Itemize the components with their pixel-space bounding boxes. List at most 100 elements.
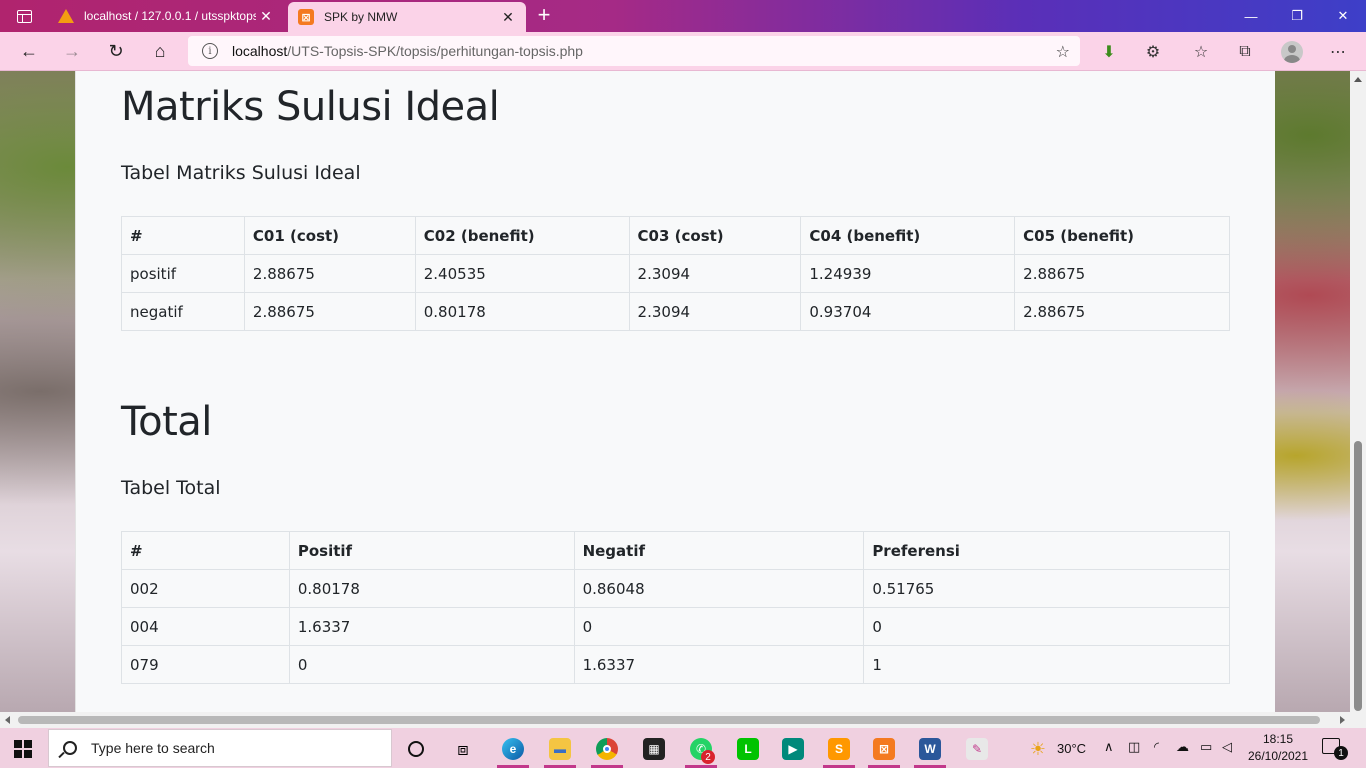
tab-actions-icon <box>16 9 32 23</box>
add-favorite-icon[interactable]: ☆ <box>1056 42 1070 62</box>
favorites-icon[interactable]: ☆ <box>1188 39 1214 65</box>
table-row: negatif 2.88675 0.80178 2.3094 0.93704 2… <box>121 292 1230 331</box>
tab-bar: localhost / 127.0.0.1 / utsspktopsis ✕ ⊠… <box>0 0 1366 32</box>
profile-button[interactable] <box>1279 39 1305 65</box>
tab-phpmyadmin[interactable]: localhost / 127.0.0.1 / utsspktopsis ✕ <box>48 0 284 32</box>
onedrive-icon[interactable]: ☁ <box>1176 739 1189 755</box>
table-cell: 079 <box>121 645 290 684</box>
tab-close-button[interactable]: ✕ <box>256 8 276 25</box>
minimize-button[interactable]: — <box>1228 0 1274 32</box>
url-text: localhost/UTS-Topsis-SPK/topsis/perhitun… <box>232 43 583 59</box>
table-cell: 2.88675 <box>1014 254 1230 293</box>
sublime-text-icon[interactable]: S <box>819 732 859 768</box>
ideal-subtitle: Tabel Matriks Sulusi Ideal <box>121 162 361 184</box>
page-viewport: Matriks Sulusi Ideal Tabel Matriks Sulus… <box>0 71 1350 712</box>
file-explorer-icon[interactable]: ▬ <box>540 732 580 768</box>
address-bar[interactable]: i localhost/UTS-Topsis-SPK/topsis/perhit… <box>188 36 1080 66</box>
search-icon <box>63 741 77 755</box>
table-header: C04 (benefit) <box>800 216 1016 255</box>
word-icon[interactable]: W <box>910 732 950 768</box>
tab-title: SPK by NMW <box>324 10 398 24</box>
site-info-icon[interactable]: i <box>202 43 218 59</box>
table-cell: 2.88675 <box>243 254 416 293</box>
phpmyadmin-favicon-icon <box>58 8 74 24</box>
battery-icon[interactable]: ▭ <box>1200 739 1212 755</box>
store-icon[interactable]: ▦ <box>634 732 674 766</box>
refresh-button[interactable]: ↻ <box>101 37 131 65</box>
table-cell: 1.6337 <box>288 607 575 646</box>
arrow-left-icon: ← <box>20 40 38 61</box>
vertical-scrollbar[interactable] <box>1350 71 1366 712</box>
avatar <box>1281 41 1303 63</box>
table-row: positif 2.88675 2.40535 2.3094 1.24939 2… <box>121 254 1230 293</box>
forward-button[interactable]: → <box>57 37 87 65</box>
tab-close-button[interactable]: ✕ <box>498 9 518 26</box>
table-cell: 1 <box>863 645 1230 684</box>
search-placeholder: Type here to search <box>91 740 215 756</box>
table-header: # <box>121 216 245 255</box>
cortana-icon[interactable] <box>396 732 436 766</box>
table-cell: 2.3094 <box>628 292 802 331</box>
tray-expand-icon[interactable]: ∧ <box>1104 739 1114 755</box>
table-row: 002 0.80178 0.86048 0.51765 <box>121 569 1230 608</box>
task-view-icon[interactable]: ⧈ <box>443 732 483 766</box>
table-cell: negatif <box>121 292 245 331</box>
restore-button[interactable]: ❐ <box>1274 0 1320 32</box>
table-cell: 2.88675 <box>243 292 416 331</box>
chrome-icon[interactable] <box>587 732 627 768</box>
table-header: Positif <box>288 531 575 570</box>
table-cell: 0 <box>573 607 865 646</box>
horizontal-scroll-thumb[interactable] <box>18 716 1320 724</box>
table-cell: 0 <box>288 645 575 684</box>
table-cell: 0.80178 <box>414 292 630 331</box>
table-cell: 0.80178 <box>288 569 575 608</box>
tab-actions-button[interactable] <box>8 3 40 29</box>
table-cell: 1.24939 <box>800 254 1016 293</box>
table-header: Preferensi <box>863 531 1230 570</box>
scroll-left-icon[interactable] <box>5 716 10 724</box>
start-button[interactable] <box>14 740 32 758</box>
network-icon[interactable]: ◜ <box>1154 739 1159 755</box>
settings-menu-icon[interactable]: ⋯ <box>1325 39 1351 65</box>
table-cell: 0 <box>863 607 1230 646</box>
meet-now-icon[interactable]: ◫ <box>1128 739 1140 755</box>
home-button[interactable]: ⌂ <box>145 37 175 65</box>
scroll-right-icon[interactable] <box>1340 716 1345 724</box>
whatsapp-icon[interactable]: ✆ 2 <box>681 732 721 768</box>
paint-icon[interactable]: ✎ <box>957 732 997 766</box>
table-cell: 2.40535 <box>414 254 630 293</box>
new-tab-button[interactable]: + <box>534 4 554 28</box>
total-table: # Positif Negatif Preferensi 002 0.80178… <box>121 531 1230 684</box>
close-window-button[interactable]: ✕ <box>1320 0 1366 32</box>
home-icon: ⌂ <box>154 40 166 61</box>
table-row: 079 0 1.6337 1 <box>121 645 1230 684</box>
collections-icon[interactable]: ⧉ <box>1232 39 1258 65</box>
volume-icon[interactable]: ◁ <box>1222 739 1232 755</box>
xampp-favicon-icon: ⊠ <box>298 9 314 25</box>
total-subtitle: Tabel Total <box>121 477 221 499</box>
scroll-up-icon[interactable] <box>1354 77 1362 82</box>
line-icon[interactable]: L <box>728 732 768 766</box>
horizontal-scrollbar[interactable] <box>0 712 1350 728</box>
whatsapp-badge: 2 <box>701 750 715 764</box>
tab-title: localhost / 127.0.0.1 / utsspktopsis <box>84 9 256 23</box>
clock[interactable]: 18:15 26/10/2021 <box>1246 731 1310 765</box>
arrow-right-icon: → <box>63 40 81 61</box>
table-header: C02 (benefit) <box>414 216 630 255</box>
table-header-row: # Positif Negatif Preferensi <box>121 531 1230 570</box>
tab-spk[interactable]: ⊠ SPK by NMW ✕ <box>288 2 526 32</box>
table-cell: 2.88675 <box>1014 292 1230 331</box>
taskbar-search[interactable]: Type here to search <box>48 729 392 767</box>
table-header: # <box>121 531 290 570</box>
xampp-icon[interactable]: ⊠ <box>864 732 904 768</box>
meet-icon[interactable]: ▶ <box>773 732 813 766</box>
ideal-table: # C01 (cost) C02 (benefit) C03 (cost) C0… <box>121 216 1230 331</box>
vertical-scroll-thumb[interactable] <box>1354 441 1362 711</box>
back-button[interactable]: ← <box>14 37 44 65</box>
extensions-icon[interactable]: ⚙ <box>1140 39 1166 65</box>
temperature-text: 30°C <box>1057 741 1087 756</box>
download-extension-icon[interactable]: ⬇ <box>1096 39 1122 65</box>
edge-app-icon[interactable]: e <box>493 732 533 768</box>
table-cell: 002 <box>121 569 290 608</box>
weather-icon[interactable]: ☀ <box>1018 732 1058 766</box>
